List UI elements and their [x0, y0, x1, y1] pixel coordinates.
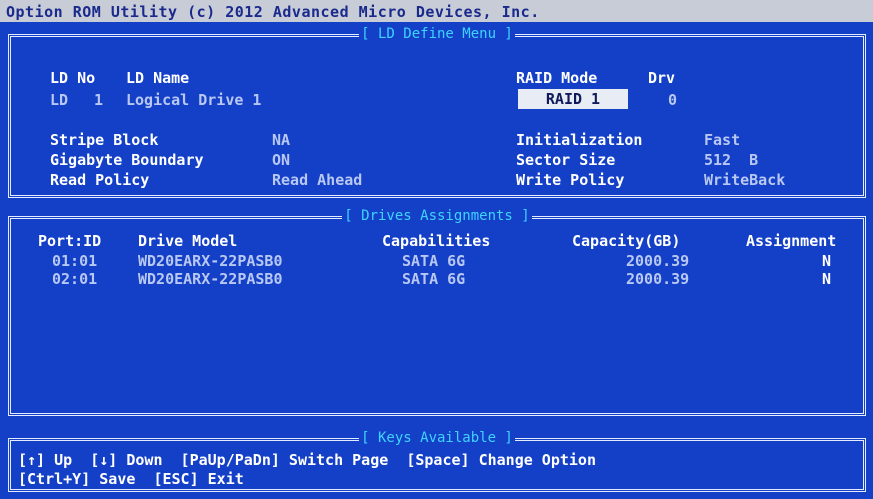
write-policy-label: Write Policy	[516, 171, 625, 189]
initialization-value[interactable]: Fast	[704, 131, 740, 149]
app-title: Option ROM Utility (c) 2012 Advanced Mic…	[6, 3, 540, 21]
capacity-header: Capacity(GB)	[572, 232, 681, 250]
read-policy-value[interactable]: Read Ahead	[272, 171, 362, 189]
raid-mode-selector[interactable]: RAID 1	[518, 89, 628, 109]
drv-count: 0	[668, 91, 678, 109]
drive-1-capabilities: SATA 6G	[402, 252, 466, 270]
ld-name-value[interactable]: Logical Drive 1	[126, 91, 261, 109]
sector-size-label: Sector Size	[516, 151, 616, 169]
capabilities-header: Capabilities	[382, 232, 491, 250]
initialization-label: Initialization	[516, 131, 643, 149]
read-policy-label: Read Policy	[50, 171, 150, 189]
drive-1-model: WD20EARX-22PASB0	[138, 252, 283, 270]
drive-1-assignment[interactable]: N	[822, 252, 831, 270]
ld-number: 1	[94, 91, 104, 109]
drive-1-port: 01:01	[52, 252, 98, 270]
drive-2-port: 02:01	[52, 270, 98, 288]
gigabyte-boundary-value[interactable]: ON	[272, 151, 290, 169]
keys-line-1: [↑] Up [↓] Down [PaUp/PaDn] Switch Page …	[18, 451, 596, 469]
drive-2-model: WD20EARX-22PASB0	[138, 270, 283, 288]
raid-mode-header: RAID Mode	[516, 69, 598, 87]
ld-define-panel-title: [ LD Define Menu ]	[359, 26, 515, 42]
drive-2-assignment[interactable]: N	[822, 270, 831, 288]
stripe-block-label: Stripe Block	[50, 131, 159, 149]
keys-panel-title: [ Keys Available ]	[359, 430, 515, 446]
title-bar: Option ROM Utility (c) 2012 Advanced Mic…	[0, 0, 873, 22]
sector-size-value[interactable]: 512 B	[704, 151, 758, 169]
stripe-block-value[interactable]: NA	[272, 131, 290, 149]
write-policy-value[interactable]: WriteBack	[704, 171, 785, 189]
keys-line-2: [Ctrl+Y] Save [ESC] Exit	[18, 470, 244, 488]
ld-prefix: LD	[50, 91, 69, 109]
drives-panel-title: [ Drives Assignments ]	[342, 208, 532, 224]
drive-model-header: Drive Model	[138, 232, 238, 250]
drv-header: Drv	[648, 69, 676, 87]
assignment-header: Assignment	[746, 232, 837, 250]
ld-no-header: LD No	[50, 69, 96, 87]
ld-name-header: LD Name	[126, 69, 190, 87]
drive-2-capabilities: SATA 6G	[402, 270, 466, 288]
port-id-header: Port:ID	[38, 232, 102, 250]
drive-1-capacity: 2000.39	[626, 252, 690, 270]
gigabyte-boundary-label: Gigabyte Boundary	[50, 151, 204, 169]
drive-2-capacity: 2000.39	[626, 270, 690, 288]
